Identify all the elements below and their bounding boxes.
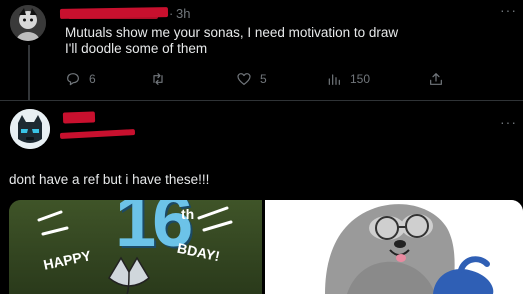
tweet-text-line-1: Mutuals show me your sonas, I need motiv… xyxy=(65,25,399,40)
retweet-button[interactable] xyxy=(150,71,174,87)
redacted-username xyxy=(62,111,96,124)
avatar-image-icon xyxy=(10,5,46,41)
timestamp[interactable]: 3h xyxy=(176,6,190,21)
birthday-superscript: th xyxy=(181,206,195,222)
more-options-icon[interactable]: ··· xyxy=(500,2,517,18)
separator-dot: · xyxy=(169,6,174,21)
heart-icon xyxy=(237,73,251,85)
reply-icon xyxy=(67,73,79,86)
thread-connector xyxy=(28,45,30,100)
views-button[interactable]: 150 xyxy=(326,71,370,87)
media-image-right[interactable] xyxy=(265,200,523,294)
tweet-text: Mutuals show me your sonas, I need motiv… xyxy=(65,25,515,57)
media-image-left[interactable]: 16 th HAPPY BDAY! xyxy=(9,200,262,294)
avatar[interactable] xyxy=(10,109,50,149)
share-icon xyxy=(430,73,442,85)
share-button[interactable] xyxy=(428,71,444,87)
views-count: 150 xyxy=(350,72,371,86)
avatar[interactable] xyxy=(10,5,46,41)
tweet-text: dont have a ref but i have these!!! xyxy=(9,172,210,187)
like-button[interactable]: 5 xyxy=(236,71,267,87)
views-chart-icon xyxy=(328,74,340,85)
more-options-icon[interactable]: ··· xyxy=(500,114,517,130)
tweet-1[interactable]: · 3h ··· Mutuals show me your sonas, I n… xyxy=(0,0,523,100)
redacted-handle xyxy=(68,14,158,19)
reply-button[interactable]: 6 xyxy=(65,71,96,87)
like-count: 5 xyxy=(260,72,267,86)
redacted-handle xyxy=(59,129,136,139)
reply-count: 6 xyxy=(89,72,96,86)
character-drawing-image xyxy=(265,200,523,294)
retweet-icon xyxy=(153,73,163,85)
avatar-image-icon xyxy=(10,109,50,149)
tweet-text-line-2: I'll doodle some of them xyxy=(65,41,208,56)
